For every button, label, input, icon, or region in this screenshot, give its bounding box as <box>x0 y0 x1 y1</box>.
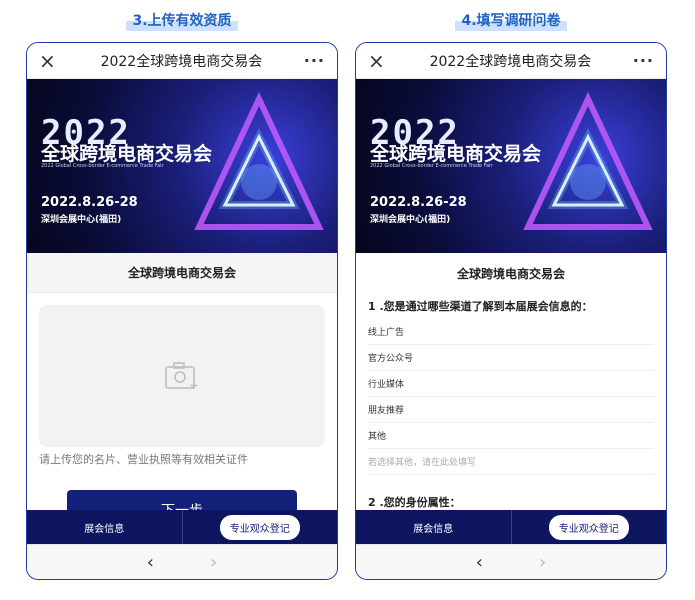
upload-area[interactable] <box>39 305 325 447</box>
more-icon[interactable]: ··· <box>633 51 654 70</box>
more-icon[interactable]: ··· <box>304 51 325 70</box>
event-banner: 2022 全球跨境电商交易会 2022 Global Cross-border … <box>356 79 666 253</box>
close-icon[interactable]: × <box>39 51 59 71</box>
survey-option[interactable]: 行业媒体 <box>368 371 654 397</box>
browser-navbar: ‹ › <box>27 544 337 579</box>
register-pill[interactable]: 专业观众登记 <box>548 514 629 540</box>
step-title-survey: 4.填写调研问卷 <box>355 8 667 32</box>
other-input[interactable]: 若选择其他，请在此处填写 <box>368 449 654 475</box>
survey-question-1: 1 .您是通过哪些渠道了解到本届展会信息的： <box>368 300 593 313</box>
tab-register[interactable]: 专业观众登记 <box>512 510 667 544</box>
titlebar: × 2022全球跨境电商交易会 ··· <box>356 43 666 79</box>
tab-event-info[interactable]: 展会信息 <box>356 510 512 544</box>
banner-venue: 深圳会展中心(福田) <box>41 215 122 225</box>
triangle-graphic <box>194 91 324 230</box>
step-title-upload: 3.上传有效资质 <box>26 8 338 32</box>
event-heading: 全球跨境电商交易会 <box>27 253 337 293</box>
bottom-tabbar: 展会信息 专业观众登记 <box>356 510 666 544</box>
survey-option[interactable]: 线上广告 <box>368 319 654 345</box>
banner-venue: 深圳会展中心(福田) <box>370 215 451 225</box>
banner-title: 全球跨境电商交易会 <box>41 143 213 165</box>
survey-option[interactable]: 朋友推荐 <box>368 397 654 423</box>
banner-subtitle: 2022 Global Cross-border E-commerce Trad… <box>41 163 164 169</box>
phone-upload: × 2022全球跨境电商交易会 ··· 2022 全球跨境电商交易会 2022 … <box>26 42 338 580</box>
upload-hint: 请上传您的名片、营业执照等有效相关证件 <box>39 453 248 466</box>
close-icon[interactable]: × <box>368 51 388 71</box>
browser-navbar: ‹ › <box>356 544 666 579</box>
titlebar: × 2022全球跨境电商交易会 ··· <box>27 43 337 79</box>
register-pill[interactable]: 专业观众登记 <box>219 514 300 540</box>
page: 3.上传有效资质 4.填写调研问卷 × 2022全球跨境电商交易会 ··· 20… <box>0 0 695 600</box>
camera-plus-icon <box>165 362 198 389</box>
back-arrow-icon[interactable]: ‹ <box>147 552 154 573</box>
event-banner: 2022 全球跨境电商交易会 2022 Global Cross-border … <box>27 79 337 253</box>
phone-survey: × 2022全球跨境电商交易会 ··· 2022 全球跨境电商交易会 2022 … <box>355 42 667 580</box>
tab-event-info[interactable]: 展会信息 <box>27 510 183 544</box>
tab-register[interactable]: 专业观众登记 <box>183 510 338 544</box>
forward-arrow-icon[interactable]: › <box>539 552 546 573</box>
triangle-graphic <box>523 91 653 230</box>
banner-date: 2022.8.26-28 <box>41 195 138 210</box>
event-heading: 全球跨境电商交易会 <box>356 253 666 293</box>
survey-option[interactable]: 官方公众号 <box>368 345 654 371</box>
banner-title: 全球跨境电商交易会 <box>370 143 542 165</box>
page-title: 2022全球跨境电商交易会 <box>100 53 263 70</box>
survey-option[interactable]: 其他 <box>368 423 654 449</box>
banner-subtitle: 2022 Global Cross-border E-commerce Trad… <box>370 163 493 169</box>
back-arrow-icon[interactable]: ‹ <box>476 552 483 573</box>
page-title: 2022全球跨境电商交易会 <box>429 53 592 70</box>
banner-date: 2022.8.26-28 <box>370 195 467 210</box>
forward-arrow-icon[interactable]: › <box>210 552 217 573</box>
bottom-tabbar: 展会信息 专业观众登记 <box>27 510 337 544</box>
